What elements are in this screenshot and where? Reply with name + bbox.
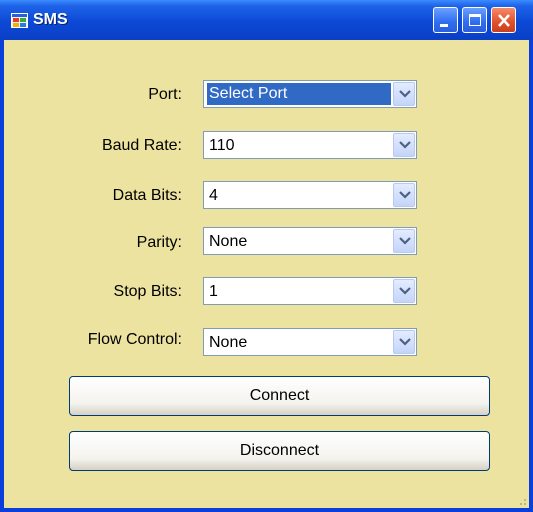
port-value: Select Port (207, 83, 391, 105)
sms-window: SMS Port: Select Port Baud Rate: 110 Dat… (0, 0, 533, 512)
baud-rate-select[interactable]: 110 (203, 131, 417, 159)
stop-bits-value: 1 (209, 283, 218, 300)
resize-grip-icon[interactable] (517, 496, 527, 506)
flow-control-select[interactable]: None (203, 328, 417, 356)
chevron-down-icon (399, 141, 411, 149)
port-select[interactable]: Select Port (203, 80, 417, 108)
flow-control-label: Flow Control: (87, 331, 182, 348)
chevron-down-icon (399, 90, 411, 98)
title-bar[interactable]: SMS (0, 0, 533, 40)
minimize-icon (440, 24, 448, 27)
stop-bits-dropdown-button[interactable] (393, 279, 415, 303)
connect-button[interactable]: Connect (69, 376, 490, 416)
close-icon (498, 14, 510, 27)
chevron-down-icon (399, 287, 411, 295)
stop-bits-select[interactable]: 1 (203, 277, 417, 305)
port-label: Port: (148, 86, 182, 103)
baud-rate-dropdown-button[interactable] (393, 133, 415, 157)
close-button[interactable] (491, 7, 516, 33)
parity-select[interactable]: None (203, 227, 417, 255)
parity-value: None (209, 233, 248, 250)
data-bits-value: 4 (209, 187, 218, 204)
window-title: SMS (33, 11, 68, 28)
data-bits-label: Data Bits: (112, 187, 182, 204)
stop-bits-label: Stop Bits: (113, 283, 182, 300)
data-bits-dropdown-button[interactable] (393, 183, 415, 207)
maximize-icon (469, 14, 481, 26)
maximize-button[interactable] (462, 7, 487, 33)
app-window-icon (11, 13, 28, 28)
data-bits-select[interactable]: 4 (203, 181, 417, 209)
flow-control-value: None (209, 334, 248, 351)
flow-control-dropdown-button[interactable] (393, 330, 415, 354)
minimize-button[interactable] (433, 7, 458, 33)
chevron-down-icon (399, 191, 411, 199)
parity-dropdown-button[interactable] (393, 229, 415, 253)
baud-rate-value: 110 (209, 137, 235, 154)
chevron-down-icon (399, 338, 411, 346)
disconnect-button[interactable]: Disconnect (69, 431, 490, 471)
chevron-down-icon (399, 237, 411, 245)
parity-label: Parity: (136, 234, 182, 251)
baud-rate-label: Baud Rate: (101, 137, 182, 154)
port-dropdown-button[interactable] (393, 82, 415, 106)
